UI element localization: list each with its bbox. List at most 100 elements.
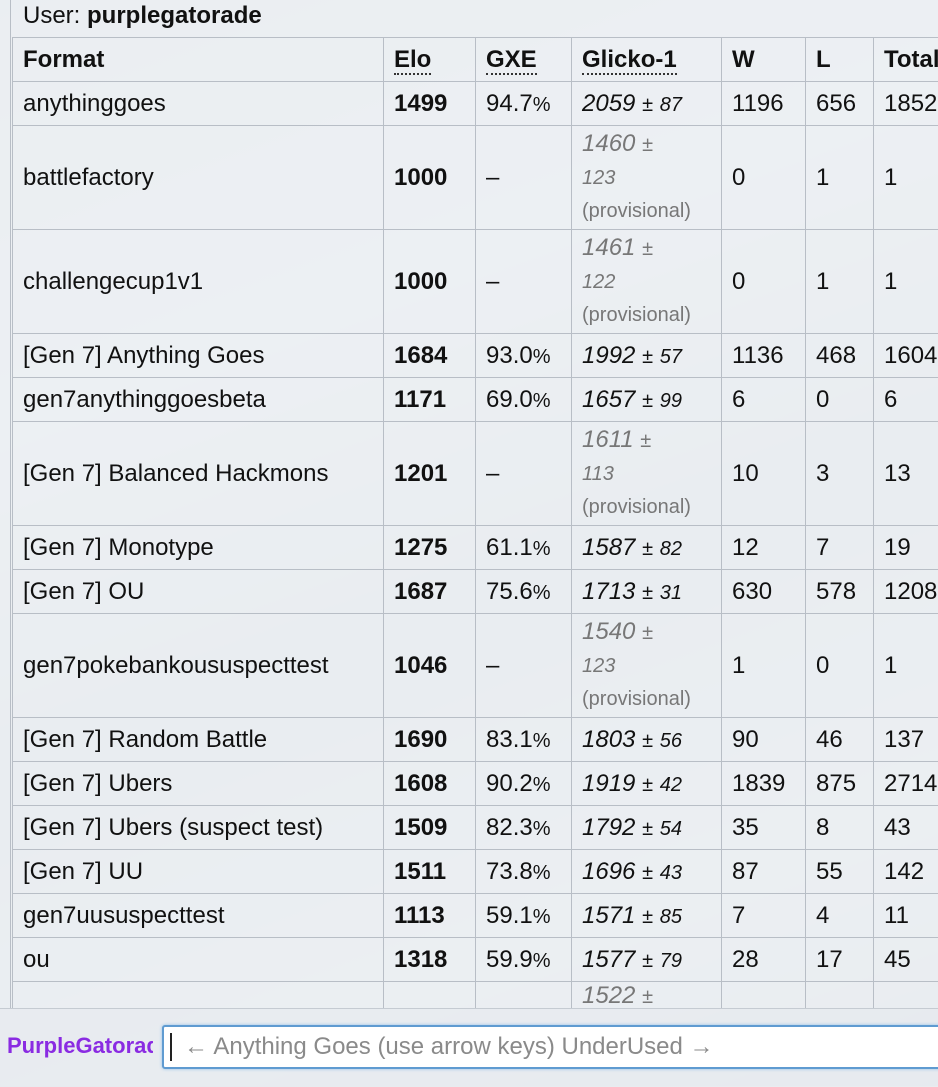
user-heading: User: purplegatorade xyxy=(23,2,262,30)
cell-glicko: 1992 ± 57 xyxy=(572,334,722,378)
cell-losses: 7 xyxy=(806,526,874,570)
chat-bar: PurpleGatorade ← Anything Goes (use arro… xyxy=(0,1008,938,1087)
col-losses: L xyxy=(806,38,874,82)
glicko-provisional: 1461 ±122(provisional) xyxy=(582,232,711,331)
glicko-deviation: 79 xyxy=(660,950,682,972)
cell-format: [Gen 7] Balanced Hackmons xyxy=(13,422,384,526)
col-format: Format xyxy=(13,38,384,82)
glicko-value: 1792 xyxy=(582,814,635,841)
gxe-value: – xyxy=(486,460,499,487)
glicko-value: 1522 xyxy=(582,982,635,1008)
gxe-value: – xyxy=(486,652,499,679)
gxe-percent: % xyxy=(533,94,551,116)
glicko-value: 1587 xyxy=(582,534,635,561)
gxe-percent: % xyxy=(533,950,551,972)
cell-format: gen7uususpecttest xyxy=(13,894,384,938)
glicko-deviation: 85 xyxy=(660,906,682,928)
cell-elo: 1171 xyxy=(384,378,476,422)
cell-format: anythinggoes xyxy=(13,82,384,126)
gxe-percent: % xyxy=(533,582,551,604)
cell-total: 6 xyxy=(874,378,938,422)
col-glicko[interactable]: Glicko-1 xyxy=(572,38,722,82)
cell-format: [Gen 7] Ubers xyxy=(13,762,384,806)
cell-total: 13 xyxy=(874,422,938,526)
glicko-plusminus: ± xyxy=(642,818,653,840)
provisional-note: (provisional) xyxy=(582,304,691,326)
gxe-percent: % xyxy=(533,390,551,412)
cell-format: battlefactory xyxy=(13,126,384,230)
cell-glicko: 1713 ± 31 xyxy=(572,570,722,614)
gxe-percent: % xyxy=(533,538,551,560)
cell-losses: 578 xyxy=(806,570,874,614)
cell-total: 45 xyxy=(874,938,938,982)
glicko-deviation: 57 xyxy=(660,346,682,368)
cell-elo: 1318 xyxy=(384,938,476,982)
glicko-deviation: 87 xyxy=(660,94,682,116)
gxe-value: 73.8 xyxy=(486,858,533,885)
cell-total: 1 xyxy=(874,614,938,718)
col-elo[interactable]: Elo xyxy=(384,38,476,82)
cell-gxe: – xyxy=(476,230,572,334)
gxe-value: 75.6 xyxy=(486,578,533,605)
cell-total: 2714 xyxy=(874,762,938,806)
gxe-value: 59.9 xyxy=(486,946,533,973)
cell-wins: 28 xyxy=(722,938,806,982)
gxe-value: – xyxy=(486,268,499,295)
cell-format: challengecup1v1 xyxy=(13,230,384,334)
chat-input[interactable]: ← Anything Goes (use arrow keys) UnderUs… xyxy=(162,1025,938,1069)
gxe-value: 61.1 xyxy=(486,534,533,561)
gxe-percent: % xyxy=(533,862,551,884)
cell-format: [Gen 7] Anything Goes xyxy=(13,334,384,378)
cell-gxe: 94.7% xyxy=(476,82,572,126)
cell-partial xyxy=(806,982,874,1009)
provisional-note: (provisional) xyxy=(582,200,691,222)
chat-username[interactable]: PurpleGatorade xyxy=(7,1031,153,1061)
table-row: ou1318 59.9% 1577 ± 79 281745 xyxy=(13,938,938,982)
username-text: purplegatorade xyxy=(87,2,262,29)
cell-total: 142 xyxy=(874,850,938,894)
cell-total: 1604 xyxy=(874,334,938,378)
cell-format: ou xyxy=(13,938,384,982)
cell-partial xyxy=(384,982,476,1009)
glicko-provisional: 1522 ± xyxy=(582,982,711,1008)
cell-format: [Gen 7] Monotype xyxy=(13,526,384,570)
glicko-plusminus: ± xyxy=(642,538,653,560)
chat-input-value: ← Anything Goes (use arrow keys) UnderUs… xyxy=(184,1032,714,1062)
cell-losses: 0 xyxy=(806,378,874,422)
cell-wins: 12 xyxy=(722,526,806,570)
cell-total: 1852 xyxy=(874,82,938,126)
cell-partial xyxy=(722,982,806,1009)
cell-losses: 46 xyxy=(806,718,874,762)
cell-glicko: 1696 ± 43 xyxy=(572,850,722,894)
cell-glicko: 1919 ± 42 xyxy=(572,762,722,806)
cell-gxe: – xyxy=(476,126,572,230)
cell-wins: 630 xyxy=(722,570,806,614)
cell-losses: 4 xyxy=(806,894,874,938)
glicko-plusminus: ± xyxy=(642,950,653,972)
glicko-value: 1461 xyxy=(582,234,635,261)
glicko-value: 1571 xyxy=(582,902,635,929)
glicko-deviation: 42 xyxy=(660,774,682,796)
cell-total: 11 xyxy=(874,894,938,938)
glicko-plusminus: ± xyxy=(642,906,653,928)
cell-format: [Gen 7] OU xyxy=(13,570,384,614)
cell-losses: 0 xyxy=(806,614,874,718)
table-row: gen7pokebankoususpecttest1046–1540 ±123(… xyxy=(13,614,938,718)
glicko-plusminus: ± xyxy=(642,238,653,260)
cell-partial xyxy=(874,982,938,1009)
gxe-percent: % xyxy=(533,906,551,928)
glicko-deviation: 113 xyxy=(582,463,614,485)
cell-losses: 8 xyxy=(806,806,874,850)
cell-glicko: 1461 ±122(provisional) xyxy=(572,230,722,334)
cell-total: 1208 xyxy=(874,570,938,614)
col-gxe[interactable]: GXE xyxy=(476,38,572,82)
cell-total: 1 xyxy=(874,126,938,230)
glicko-deviation: 43 xyxy=(660,862,682,884)
cell-losses: 17 xyxy=(806,938,874,982)
glicko-value: 1540 xyxy=(582,618,635,645)
gxe-percent: % xyxy=(533,346,551,368)
cell-format: [Gen 7] UU xyxy=(13,850,384,894)
ladder-panel: User: purplegatorade Format Elo GXE Glic… xyxy=(0,0,938,1008)
glicko-value: 1577 xyxy=(582,946,635,973)
cell-wins: 10 xyxy=(722,422,806,526)
